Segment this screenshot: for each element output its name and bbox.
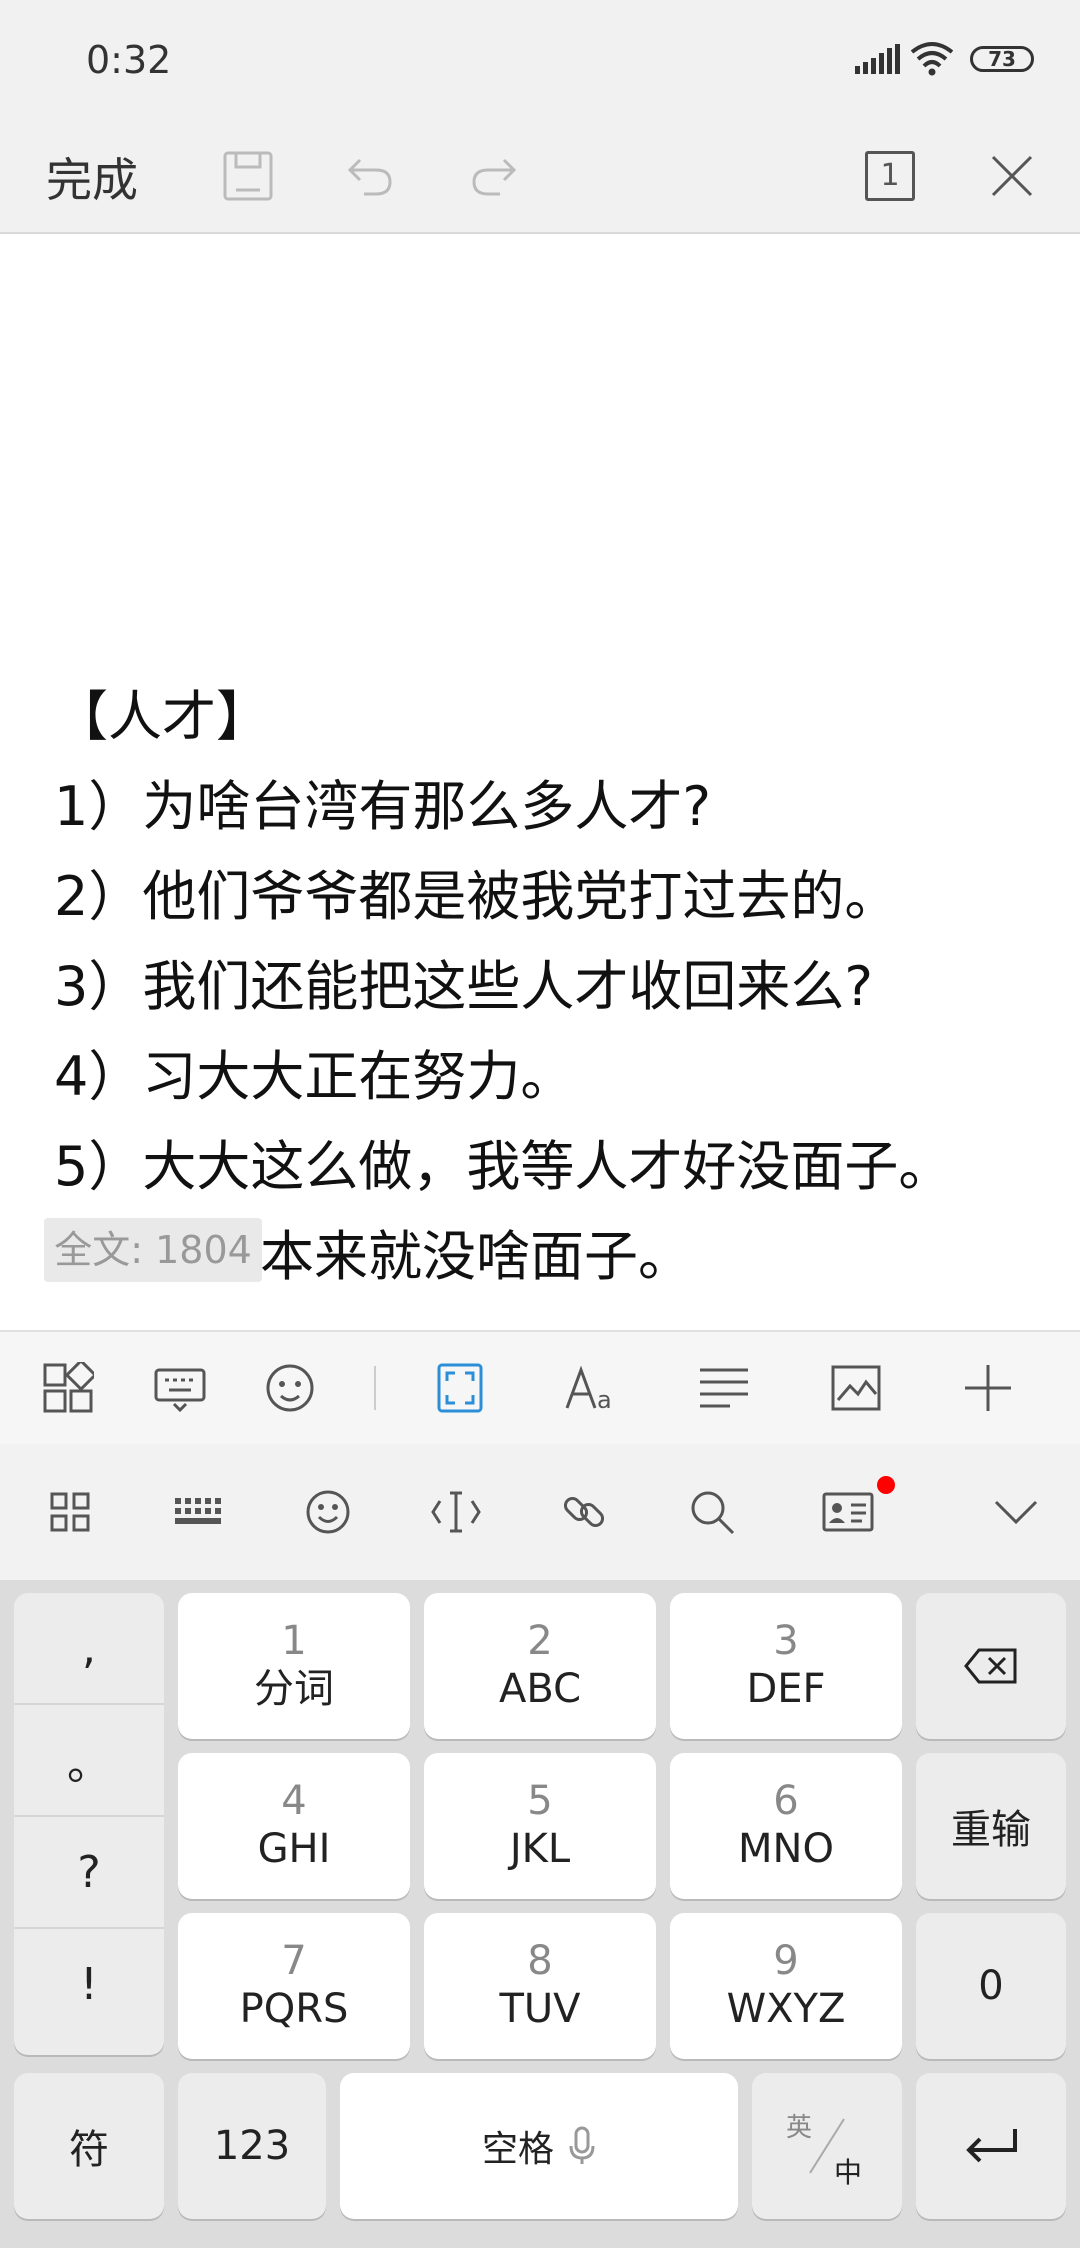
key-7[interactable]: 7 PQRS (178, 1913, 410, 2059)
key-number: 2 (527, 1618, 553, 1664)
symbol-label: 符 (69, 2127, 109, 2173)
keyboard-panel-icon[interactable] (148, 1356, 212, 1420)
status-time: 0:32 (86, 38, 172, 82)
retype-label: 重输 (951, 1807, 1031, 1853)
toolbar-divider (374, 1366, 376, 1410)
key-3[interactable]: 3 DEF (670, 1593, 902, 1739)
key-number: 4 (281, 1778, 307, 1824)
close-icon[interactable] (980, 144, 1044, 208)
fullscreen-icon[interactable] (428, 1356, 492, 1420)
language-switch-key[interactable]: 英 中 (752, 2073, 902, 2219)
enter-key[interactable] (916, 2073, 1066, 2219)
emoji-face-icon[interactable] (258, 1356, 322, 1420)
done-button[interactable]: 完成 (46, 144, 138, 210)
id-card-icon[interactable] (816, 1480, 880, 1544)
retype-key[interactable]: 重输 (916, 1753, 1066, 1899)
doc-line: 2）他们爷爷都是被我党打过去的。 (54, 865, 899, 928)
doc-line: 3）我们还能把这些人才收回来么? (54, 955, 874, 1018)
signal-icon (855, 44, 900, 74)
key-8[interactable]: 8 TUV (424, 1913, 656, 2059)
page-count-label: 1 (865, 151, 915, 201)
undo-icon[interactable] (338, 144, 402, 208)
apps-icon[interactable] (36, 1356, 100, 1420)
key-2[interactable]: 2 ABC (424, 1593, 656, 1739)
zero-label: 0 (978, 1963, 1004, 2009)
word-count-badge: 全文: 1804 (44, 1218, 262, 1282)
doc-line: 4）习大大正在努力。 (54, 1045, 575, 1108)
notification-dot (877, 1476, 895, 1494)
add-icon[interactable] (956, 1356, 1020, 1420)
status-bar: 0:32 73 (0, 0, 1080, 122)
numbers-label: 123 (213, 2123, 291, 2169)
key-label: GHI (257, 1826, 331, 1872)
mic-icon (569, 2126, 595, 2164)
format-toolbar: a (0, 1330, 1080, 1446)
numbers-key[interactable]: 123 (178, 2073, 326, 2219)
language-switch: 英 中 (782, 2101, 872, 2191)
search-icon[interactable] (680, 1480, 744, 1544)
enter-icon (966, 2129, 1017, 2163)
key-label: TUV (499, 1986, 581, 2032)
save-icon[interactable] (216, 144, 280, 208)
align-left-icon[interactable] (692, 1356, 756, 1420)
key-label: JKL (509, 1826, 571, 1872)
doc-line: 1）为啥台湾有那么多人才? (54, 775, 712, 838)
key-9[interactable]: 9 WXYZ (670, 1913, 902, 2059)
punct-comma-key[interactable]: , (14, 1593, 164, 1705)
key-number: 7 (281, 1938, 307, 1984)
grid-menu-icon[interactable] (38, 1480, 102, 1544)
keyboard-layout-icon[interactable] (166, 1480, 230, 1544)
key-label: DEF (746, 1666, 826, 1712)
redo-icon[interactable] (462, 144, 526, 208)
cursor-move-icon[interactable] (424, 1480, 488, 1544)
key-number: 6 (773, 1778, 799, 1824)
symbol-key[interactable]: 符 (14, 2073, 164, 2219)
space-label: 空格 (481, 2129, 554, 2170)
key-4[interactable]: 4 GHI (178, 1753, 410, 1899)
key-label: MNO (738, 1826, 834, 1872)
image-icon[interactable] (824, 1356, 888, 1420)
key-number: 5 (527, 1778, 553, 1824)
link-icon[interactable] (552, 1480, 616, 1544)
key-number: 1 (281, 1618, 307, 1664)
lang-zh-label: 中 (834, 2156, 863, 2189)
emoji-icon[interactable] (296, 1480, 360, 1544)
space-key[interactable]: 空格 (340, 2073, 738, 2219)
key-number: 9 (773, 1938, 799, 1984)
key-0[interactable]: 0 (916, 1913, 1066, 2059)
backspace-icon (964, 1648, 1017, 1684)
backspace-key[interactable] (916, 1593, 1066, 1739)
key-label: ABC (498, 1666, 582, 1712)
key-number: 8 (527, 1938, 553, 1984)
key-label: WXYZ (726, 1986, 846, 2032)
punct-question-key[interactable]: ? (14, 1817, 164, 1929)
page-count-button[interactable]: 1 (858, 144, 922, 208)
doc-line: 【人才】 (54, 685, 270, 748)
battery-indicator: 73 (970, 46, 1034, 72)
key-number: 3 (773, 1618, 799, 1664)
key-1[interactable]: 1 分词 (178, 1593, 410, 1739)
key-label: PQRS (239, 1986, 349, 2032)
key-label: 分词 (254, 1666, 334, 1712)
font-style-icon[interactable]: a (560, 1356, 624, 1420)
ime-toolbar (0, 1444, 1080, 1580)
collapse-keyboard-icon[interactable] (984, 1480, 1048, 1544)
wifi-icon (910, 42, 954, 76)
editor-toolbar: 完成 1 (0, 122, 1080, 234)
punctuation-column[interactable]: , 。 ? ! (14, 1593, 164, 2055)
punct-exclaim-key[interactable]: ! (14, 1929, 164, 2039)
document-body[interactable]: 【人才】 1）为啥台湾有那么多人才? 2）他们爷爷都是被我党打过去的。 3）我们… (54, 672, 1054, 1302)
punct-period-key[interactable]: 。 (14, 1705, 164, 1817)
key-5[interactable]: 5 JKL (424, 1753, 656, 1899)
key-6[interactable]: 6 MNO (670, 1753, 902, 1899)
svg-text:a: a (597, 1386, 612, 1412)
doc-line: 5）大大这么做，我等人才好没面子。 (54, 1135, 953, 1198)
